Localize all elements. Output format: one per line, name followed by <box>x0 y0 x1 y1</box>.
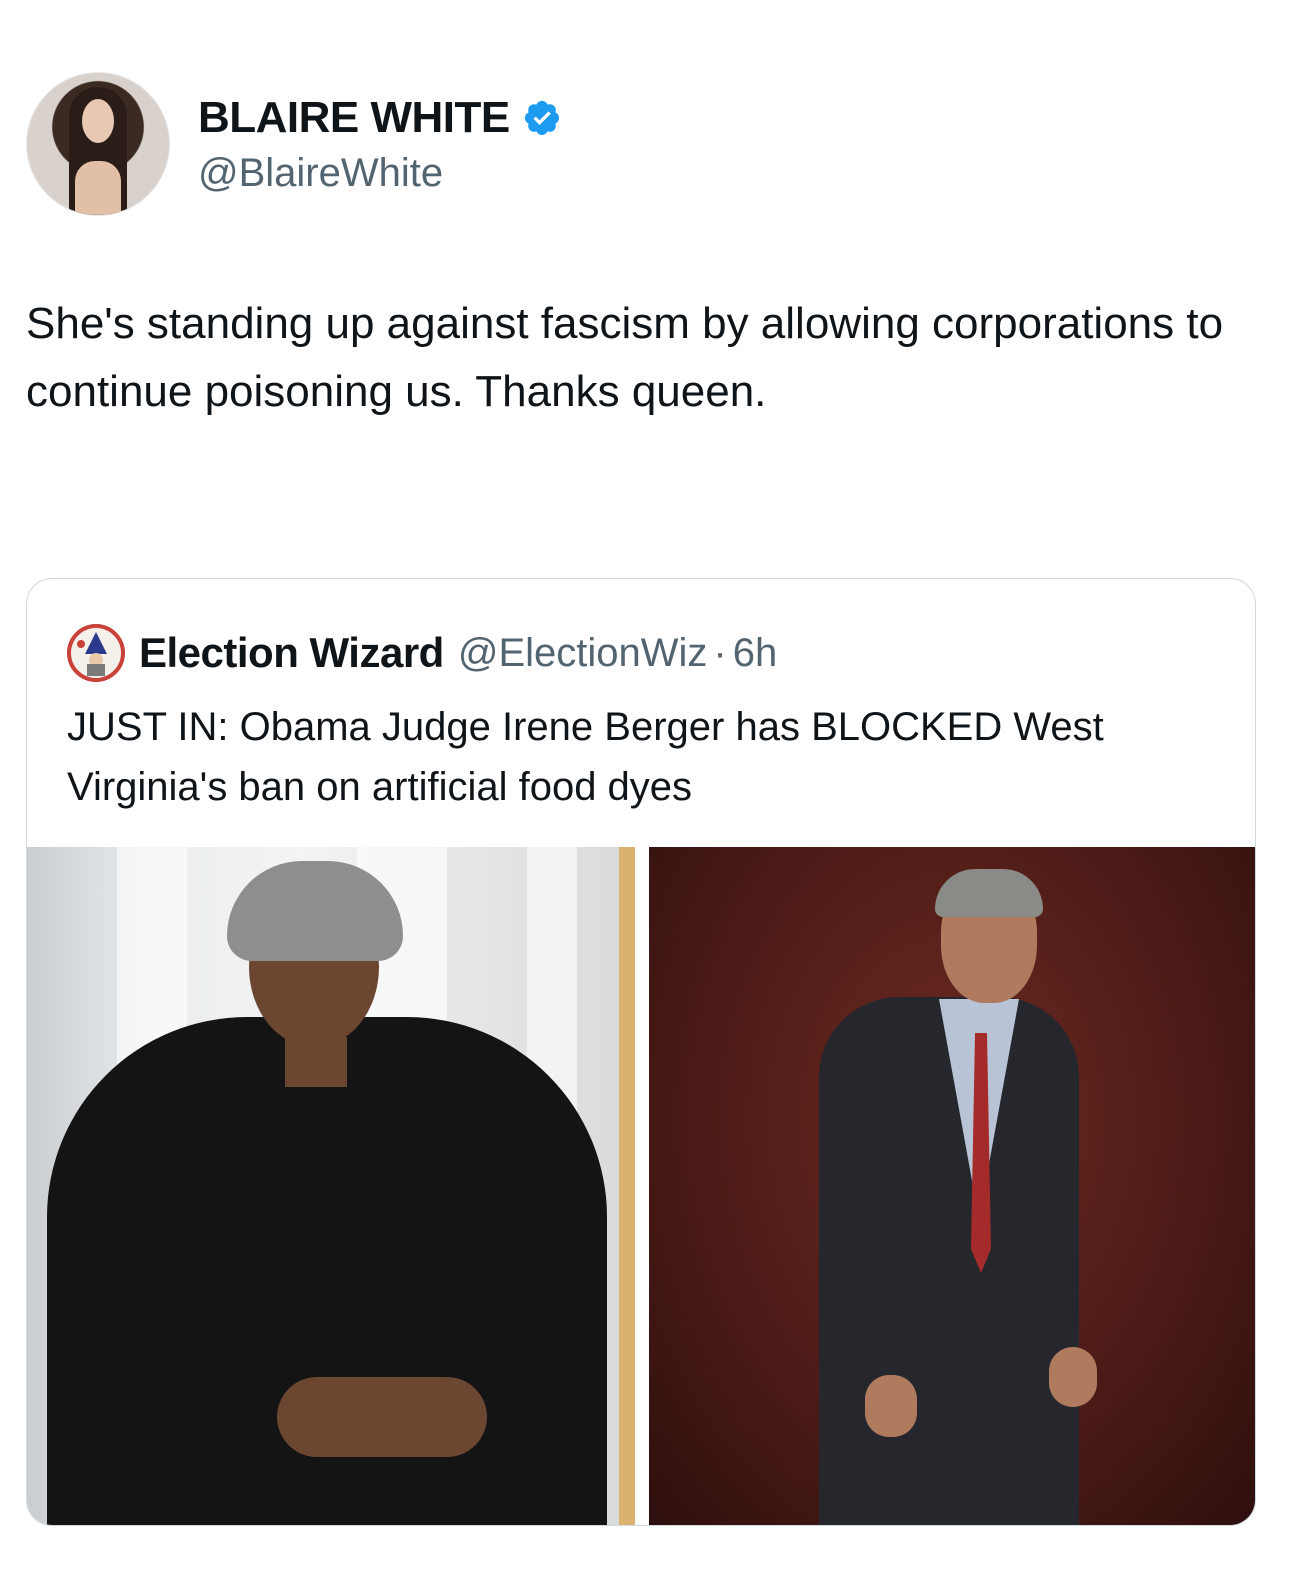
quoted-author-display-name[interactable]: Election Wizard <box>139 629 444 677</box>
verified-badge-icon <box>524 100 559 135</box>
photo-man-in-suit[interactable] <box>649 847 1255 1525</box>
author-display-name[interactable]: BLAIRE WHITE <box>198 93 510 143</box>
quoted-tweet-time[interactable]: 6h <box>733 631 778 676</box>
quoted-author-handle[interactable]: @ElectionWiz <box>458 631 708 676</box>
media-divider <box>635 847 649 1525</box>
photo-judge[interactable] <box>27 847 635 1525</box>
quoted-author-avatar <box>67 624 125 682</box>
author-name-row: BLAIRE WHITE <box>198 93 562 143</box>
author-handle[interactable]: @BlaireWhite <box>198 151 562 196</box>
separator-dot: · <box>713 630 727 675</box>
tweet-header: BLAIRE WHITE @BlaireWhite <box>26 72 562 216</box>
author-names: BLAIRE WHITE @BlaireWhite <box>198 93 562 196</box>
author-avatar[interactable] <box>26 72 170 216</box>
quoted-tweet-media <box>27 847 1255 1525</box>
quoted-tweet-card[interactable]: Election Wizard @ElectionWiz · 6h JUST I… <box>26 578 1256 1526</box>
quoted-tweet-text: JUST IN: Obama Judge Irene Berger has BL… <box>67 705 1104 809</box>
quoted-tweet-header: Election Wizard @ElectionWiz · 6h <box>67 623 777 683</box>
tweet-text: She's standing up against fascism by all… <box>26 299 1224 416</box>
wizard-icon <box>67 624 125 682</box>
